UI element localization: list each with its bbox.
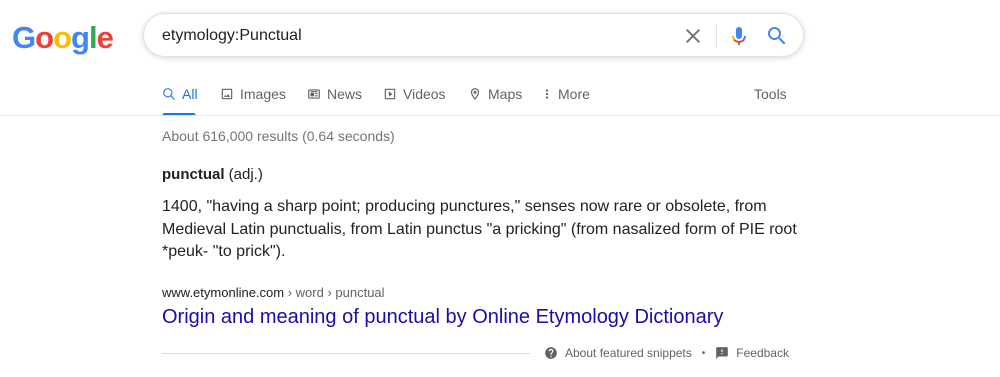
newspaper-icon: [308, 89, 320, 99]
feedback-label: Feedback: [736, 346, 789, 360]
search-icon[interactable]: [765, 24, 789, 48]
footer-separator: •: [701, 347, 706, 359]
search-box: [143, 13, 804, 57]
about-featured-snippets-label: About featured snippets: [565, 346, 692, 360]
snippet-definition: 1400, "having a sharp point; producing p…: [162, 198, 797, 260]
tab-news[interactable]: News: [307, 86, 362, 115]
result-domain: www.etymonline.com: [162, 285, 285, 300]
tab-videos[interactable]: Videos: [383, 86, 446, 115]
tab-label: More: [558, 86, 590, 102]
snippet-heading: punctual (adj.): [162, 166, 263, 183]
map-pin-icon: [470, 88, 480, 100]
tools-button[interactable]: Tools: [754, 86, 787, 102]
about-featured-snippets-link[interactable]: About featured snippets: [544, 346, 692, 360]
feedback-icon: [716, 347, 729, 359]
tab-all[interactable]: All: [162, 86, 198, 116]
search-icon: [163, 88, 175, 100]
snippet-footer: About featured snippets • Feedback: [544, 346, 789, 360]
tab-maps[interactable]: Maps: [468, 86, 522, 115]
logo-letter: l: [88, 20, 98, 55]
result-title-link[interactable]: Origin and meaning of punctual by Online…: [162, 306, 723, 329]
play-icon: [384, 88, 396, 100]
snippet-part-of-speech: (adj.): [228, 166, 263, 183]
footer-divider: [162, 353, 530, 354]
clear-icon[interactable]: [681, 24, 705, 48]
result-stats: About 616,000 results (0.64 seconds): [162, 128, 395, 144]
logo-letter: e: [96, 20, 114, 55]
logo-letter: o: [35, 20, 54, 55]
microphone-icon[interactable]: [727, 24, 751, 48]
tab-more[interactable]: More: [542, 86, 590, 115]
logo-letter: o: [53, 20, 72, 55]
snippet-word: punctual: [162, 166, 225, 183]
feedback-link[interactable]: Feedback: [715, 346, 789, 360]
header-divider: [0, 115, 1000, 116]
tab-label: Images: [240, 86, 286, 102]
result-breadcrumb: › word › punctual: [284, 285, 385, 300]
help-icon: [545, 347, 557, 359]
logo-letter: g: [71, 20, 90, 55]
logo-letter: G: [12, 20, 36, 55]
search-divider: [716, 24, 717, 48]
more-vert-icon: [545, 89, 549, 99]
result-url[interactable]: www.etymonline.com › word › punctual: [162, 285, 385, 300]
tab-label: News: [327, 86, 363, 102]
tab-label: Maps: [488, 86, 523, 102]
tab-images[interactable]: Images: [220, 86, 286, 115]
search-input[interactable]: [162, 26, 642, 46]
tab-label: Videos: [403, 86, 446, 102]
image-icon: [221, 88, 233, 100]
google-logo[interactable]: Google: [12, 20, 114, 56]
tab-label: All: [182, 86, 198, 102]
